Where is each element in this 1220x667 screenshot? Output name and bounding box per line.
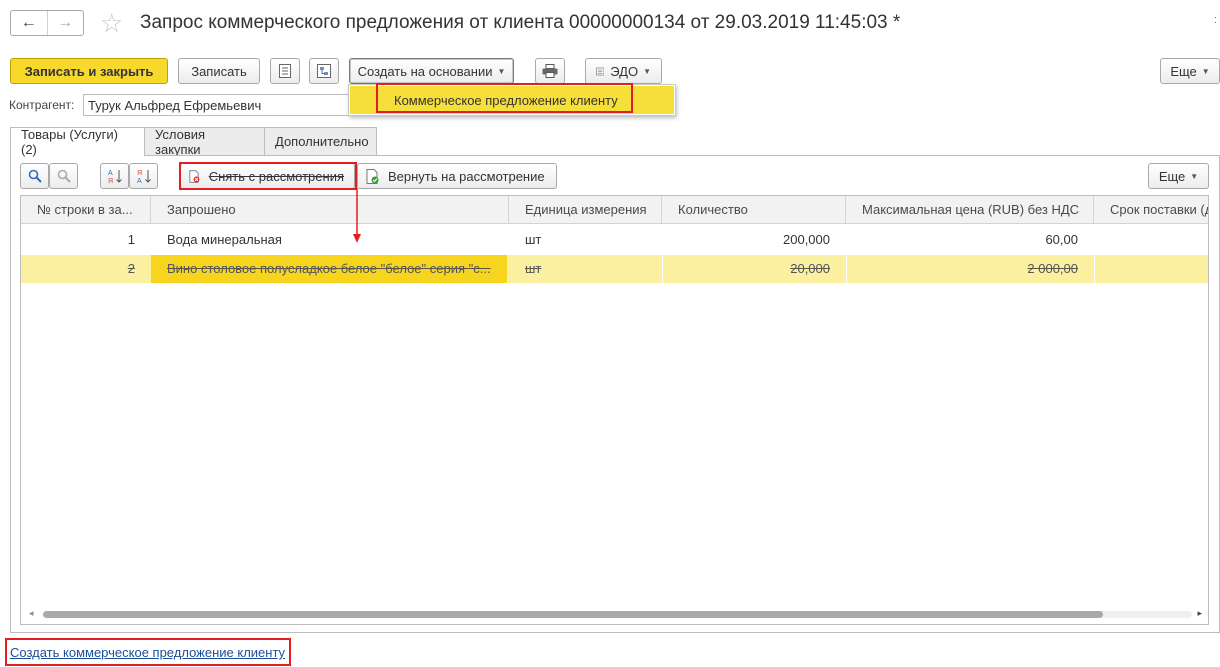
edo-icon <box>596 67 605 75</box>
table-header: № строки в за... Запрошено Единица измер… <box>21 196 1208 224</box>
cell-delivery-term <box>1094 226 1208 254</box>
horizontal-scrollbar[interactable]: ◂ ▸ <box>21 608 1208 620</box>
menu-item-label: Коммерческое предложение клиенту <box>394 93 618 108</box>
column-header-delivery-term[interactable]: Срок поставки (д <box>1094 196 1208 224</box>
counterparty-value: Турук Альфред Ефремьевич <box>88 98 262 113</box>
printer-icon <box>542 64 558 78</box>
search-button[interactable] <box>20 163 49 189</box>
forward-icon[interactable]: → <box>48 11 84 35</box>
structure-icon <box>317 64 331 78</box>
structure-button[interactable] <box>309 58 339 84</box>
scroll-left-icon[interactable]: ◂ <box>29 608 34 619</box>
svg-text:Я: Я <box>137 170 142 177</box>
svg-text:Я: Я <box>108 178 113 184</box>
save-and-close-label: Записать и закрыть <box>24 63 154 79</box>
chevron-down-icon: ▼ <box>1201 66 1210 76</box>
cell-requested: Вино столовое полусладкое белое "белое" … <box>151 255 507 283</box>
back-icon[interactable]: ← <box>11 11 47 35</box>
print-button[interactable] <box>535 58 565 84</box>
cell-line-number: 1 <box>127 232 135 247</box>
cell-quantity: 200,000 <box>783 232 830 247</box>
cell-requested: Вода минеральная <box>167 232 282 247</box>
column-header-unit[interactable]: Единица измерения <box>509 196 662 224</box>
more-label: Еще <box>1170 63 1197 79</box>
edo-label: ЭДО <box>610 63 639 79</box>
cell-unit: шт <box>525 232 542 247</box>
row-divider <box>846 255 847 283</box>
tab-purchase-terms[interactable]: Условия закупки <box>144 126 265 157</box>
document-list-button[interactable] <box>270 58 300 84</box>
row-divider <box>662 255 663 283</box>
save-button[interactable]: Записать <box>178 58 260 84</box>
column-header-requested[interactable]: Запрошено <box>151 196 509 224</box>
document-list-icon <box>279 64 291 78</box>
cell-max-price: 60,00 <box>1045 232 1078 247</box>
table-row[interactable]: 1 Вода минеральная шт 200,000 60,00 <box>21 226 1208 254</box>
cell-line-number: 2 <box>127 261 135 276</box>
column-header-quantity[interactable]: Количество <box>662 196 846 224</box>
cancel-search-icon <box>57 169 71 183</box>
chevron-down-icon: ▼ <box>643 66 651 76</box>
remove-from-review-label: Снять с рассмотрения <box>208 168 344 184</box>
row-divider <box>1094 255 1095 283</box>
cell-max-price: 2 000,00 <box>1027 261 1078 276</box>
search-icon <box>28 169 42 183</box>
sort-descending-button[interactable]: Я А <box>129 163 158 189</box>
return-document-icon <box>366 168 379 184</box>
remove-from-review-button[interactable]: Снять с рассмотрения <box>180 163 355 189</box>
svg-text:А: А <box>108 170 113 177</box>
sort-ascending-icon: А Я <box>108 170 122 184</box>
chevron-down-icon: ▼ <box>497 66 506 76</box>
remove-document-icon <box>189 169 200 183</box>
page-title: Запрос коммерческого предложения от клие… <box>140 12 901 33</box>
more-button[interactable]: Еще ▼ <box>1160 58 1220 84</box>
chevron-down-icon: ▼ <box>1190 171 1199 181</box>
window-menu-icon[interactable]: : <box>1214 14 1217 26</box>
tab-additional[interactable]: Дополнительно <box>264 127 377 155</box>
create-based-on-menu: Коммерческое предложение клиенту <box>348 84 676 116</box>
cell-quantity: 20,000 <box>790 261 830 276</box>
tab-label: Условия закупки <box>155 126 206 157</box>
save-and-close-button[interactable]: Записать и закрыть <box>10 58 168 84</box>
column-header-line-number[interactable]: № строки в за... <box>21 196 151 224</box>
tab-goods[interactable]: Товары (Услуги) (2) <box>10 127 145 157</box>
favorite-star-icon[interactable]: ☆ <box>100 8 123 38</box>
create-based-on-button[interactable]: Создать на основании ▼ <box>349 58 514 84</box>
menu-item-commercial-offer[interactable]: Коммерческое предложение клиенту <box>350 86 674 114</box>
more-label: Еще <box>1158 168 1186 184</box>
create-based-on-label: Создать на основании <box>357 63 493 79</box>
tab-label: Дополнительно <box>275 134 369 149</box>
edo-button[interactable]: ЭДО ▼ <box>585 58 662 84</box>
history-nav: ← → <box>10 10 84 36</box>
scroll-right-icon[interactable]: ▸ <box>1197 608 1202 619</box>
scroll-thumb[interactable] <box>43 611 1103 618</box>
goods-table: № строки в за... Запрошено Единица измер… <box>20 195 1209 625</box>
sort-ascending-button[interactable]: А Я <box>100 163 129 189</box>
svg-text:А: А <box>137 178 142 184</box>
goods-more-button[interactable]: Еще ▼ <box>1148 163 1209 189</box>
annotation-arrow <box>353 188 361 243</box>
cancel-search-button[interactable] <box>49 163 78 189</box>
tab-label: Товары (Услуги) (2) <box>21 127 118 157</box>
sort-descending-icon: Я А <box>137 170 151 184</box>
create-offer-link[interactable]: Создать коммерческое предложение клиенту <box>10 645 285 660</box>
save-label: Записать <box>191 63 247 79</box>
table-row[interactable]: 2 Вино столовое полусладкое белое "белое… <box>21 255 1208 283</box>
return-to-review-label: Вернуть на рассмотрение <box>388 168 545 184</box>
counterparty-label: Контрагент: <box>9 98 75 112</box>
cell-delivery-term <box>1094 255 1208 283</box>
return-to-review-button[interactable]: Вернуть на рассмотрение <box>357 163 557 189</box>
cell-unit: шт <box>525 261 542 276</box>
column-header-max-price[interactable]: Максимальная цена (RUB) без НДС <box>846 196 1094 224</box>
